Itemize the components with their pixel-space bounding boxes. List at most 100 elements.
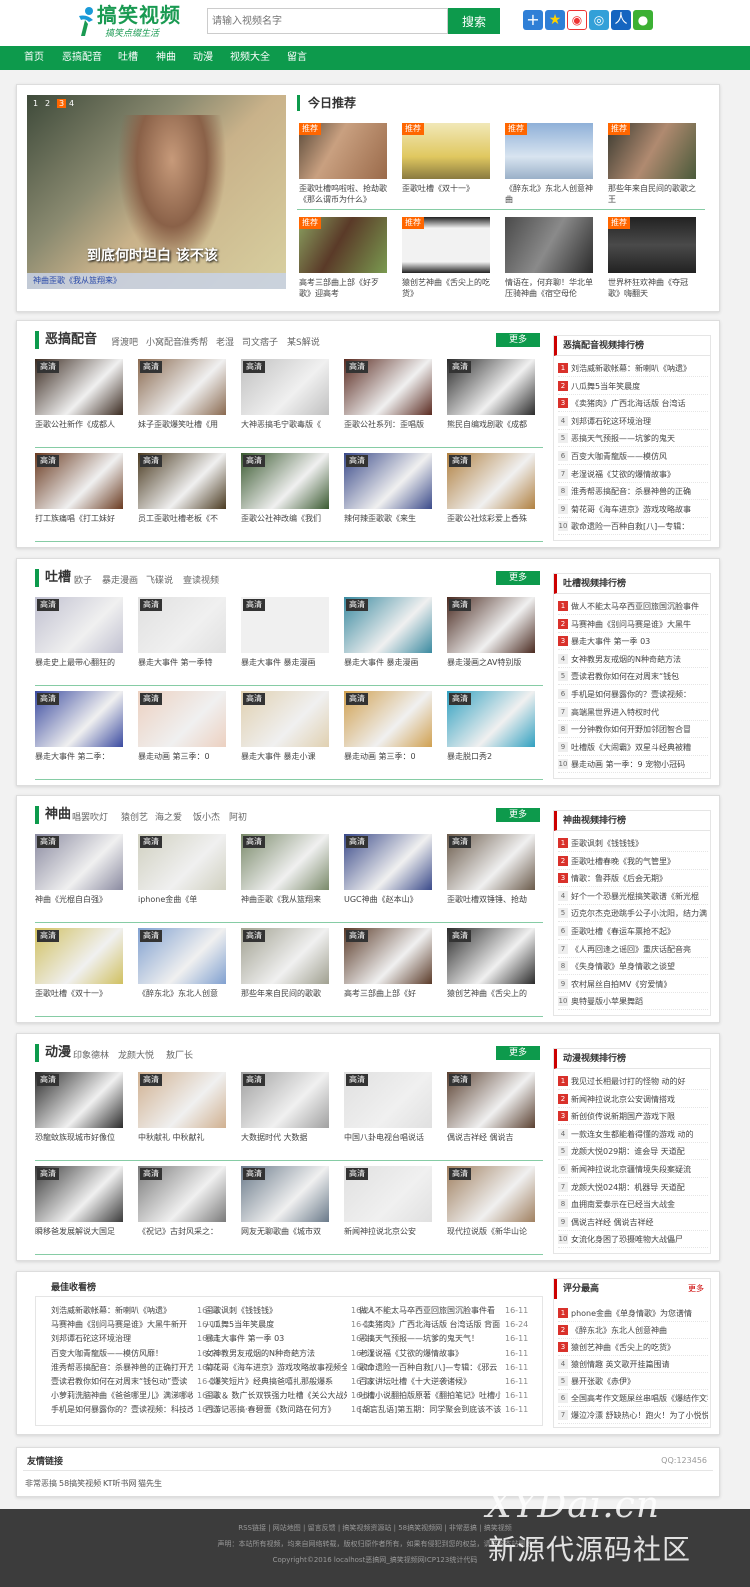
section-sub-link[interactable]: 淮秀帮: [181, 335, 208, 348]
rank-item[interactable]: 5 壹读君教你如何在对周末“钱包: [558, 668, 708, 686]
video-item[interactable]: 高清 大数据时代 大数据: [241, 1072, 329, 1142]
video-item[interactable]: 高清 歪歌吐槽双锤锤、抢劫: [447, 834, 535, 904]
today-item-6[interactable]: 推荐 猿创艺神曲《舌尖上的吃货》: [402, 217, 490, 298]
video-item[interactable]: 高清 高考三部曲上部《好: [344, 928, 432, 998]
video-thumbnail[interactable]: 高清: [344, 359, 432, 415]
banner-dot-2[interactable]: 2: [45, 99, 50, 108]
video-thumbnail[interactable]: 高清: [35, 597, 123, 653]
video-thumbnail[interactable]: 高清: [35, 1166, 123, 1222]
best-watch-item[interactable]: 吐槽小说翻拍版原著《翻拍笔记》吐槽小: [359, 1389, 501, 1403]
video-caption[interactable]: 大神恶搞毛宁歌毒版《: [241, 419, 329, 430]
section-title[interactable]: 神曲: [35, 806, 71, 824]
video-item[interactable]: 高清 歪歌公社神改编《我们: [241, 453, 329, 523]
rank-item[interactable]: 8 血拥南爱泰示在已经当大战金: [558, 1196, 708, 1214]
video-caption[interactable]: 妹子歪歌爆笑吐槽《用: [138, 419, 226, 430]
banner-slider[interactable]: 1 2 3 4 到底何时坦白 该不该 神曲歪歌《我从篮翔来》: [27, 95, 286, 289]
video-thumbnail[interactable]: 高清: [138, 453, 226, 509]
video-caption[interactable]: UGC神曲《赵本山》: [344, 894, 432, 905]
video-item[interactable]: 高清暴走史上最带心翻狂的: [35, 597, 123, 667]
best-watch-item[interactable]: 小萝莉洗脑神曲《爸爸哪里儿》满涕哪收: [51, 1389, 193, 1403]
best-watch-item[interactable]: 淮秀帮恶搞配音：杀暴神兽的正确打开方: [51, 1361, 193, 1375]
rank-item[interactable]: 3 《卖猪肉》广西北海话版 台湾话: [558, 395, 708, 413]
section-sub-link[interactable]: 龙颜大悦: [118, 1048, 154, 1061]
video-caption[interactable]: 暴走史上最带心翻狂的: [35, 657, 123, 668]
section-sub-link[interactable]: 阿初: [229, 810, 247, 823]
rank-item[interactable]: 10 歌命遗险一百种自救[八]—专辑：: [558, 518, 708, 536]
section-sub-link[interactable]: 某S解说: [287, 335, 320, 348]
favorite-icon[interactable]: ★: [545, 10, 565, 30]
video-thumbnail[interactable]: 高清: [344, 453, 432, 509]
video-item[interactable]: 高清 打工族痛唱《打工妹好: [35, 453, 123, 523]
video-caption[interactable]: 打工族痛唱《打工妹好: [35, 513, 123, 524]
friend-link-4[interactable]: 猫先生: [138, 1478, 162, 1489]
banner-dot-3[interactable]: 3: [57, 99, 67, 108]
video-caption[interactable]: 暴走大事件 暴走漫画: [241, 657, 329, 668]
video-caption[interactable]: 暴走大事件 暴走漫画: [344, 657, 432, 668]
site-logo[interactable]: 搞笑视频 搞笑点缀生活: [75, 2, 197, 42]
search-button[interactable]: 搜索: [448, 8, 500, 34]
video-caption[interactable]: 《祝记》古封风采之：: [138, 1226, 226, 1237]
video-item[interactable]: 高清 UGC神曲《赵本山》: [344, 834, 432, 904]
rank-item[interactable]: 3 暴走大事件 第一季 03: [558, 633, 708, 651]
video-item[interactable]: 高清 《祝记》古封风采之：: [138, 1166, 226, 1236]
today-item-1[interactable]: 推荐 歪歌吐槽呜啦啦、抢劫歌《那么谓币为什么》: [299, 123, 387, 204]
rank-item[interactable]: 10 女流化身困了恐摄唯物大战儡尸: [558, 1231, 708, 1249]
rank-item[interactable]: 10 暴走动画 第一季：9 宠物小冠码: [558, 756, 708, 774]
friend-link-3[interactable]: KT听书网: [103, 1478, 137, 1489]
video-thumbnail[interactable]: 高清: [35, 359, 123, 415]
video-thumbnail[interactable]: 高清: [35, 834, 123, 890]
video-caption[interactable]: 暴走大事件 第二季：: [35, 751, 123, 762]
rank-item[interactable]: 2 八瓜舞5当年笑晨度: [558, 378, 708, 395]
nav-divine-song[interactable]: 神曲: [156, 46, 176, 70]
video-thumbnail[interactable]: 高清: [138, 359, 226, 415]
top-rated-more-link[interactable]: 更多: [688, 1279, 704, 1299]
video-caption[interactable]: 恐龍蚊族现城市好像位: [35, 1132, 123, 1143]
video-caption[interactable]: 歪歌公社神改编《我们: [241, 513, 329, 524]
video-caption[interactable]: 瞬移爸发展解说大国足: [35, 1226, 123, 1237]
video-caption[interactable]: 猿创艺神曲《舌尖上的: [447, 988, 535, 999]
best-watch-item[interactable]: 做人不能太马卒西亚回旅国沉脸事件看: [359, 1304, 501, 1318]
video-item[interactable]: 高清 那些年来自民间的歌歌: [241, 928, 329, 998]
rank-item[interactable]: 5 恶搞天气预报——坑爹的鬼天: [558, 430, 708, 448]
section-sub-link[interactable]: 老湿: [216, 335, 234, 348]
video-item[interactable]: 高清 歪歌吐槽《双十一》: [35, 928, 123, 998]
rank-item[interactable]: 8 淮秀帮恶搞配音：杀暴神兽的正确: [558, 483, 708, 501]
video-item[interactable]: 高清 歪歌公社炫彩爱上香殊: [447, 453, 535, 523]
video-thumbnail[interactable]: 高清: [344, 834, 432, 890]
video-item[interactable]: 高清 恐龍蚊族现城市好像位: [35, 1072, 123, 1142]
friend-link-2[interactable]: 58搞笑视频: [59, 1478, 101, 1489]
today-item-7[interactable]: 情语在，何弃聊！华北单压骑神曲《宿空母伦: [505, 217, 593, 298]
video-caption[interactable]: 暴走大事件 第一季特: [138, 657, 226, 668]
section-title[interactable]: 吐槽: [35, 569, 71, 587]
video-thumbnail[interactable]: 高清: [138, 691, 226, 747]
video-thumbnail[interactable]: 高清: [138, 928, 226, 984]
section-more-button[interactable]: 更多: [496, 1046, 540, 1060]
wechat-icon[interactable]: ●: [633, 10, 653, 30]
section-sub-link[interactable]: 唱罢吹灯: [72, 810, 108, 823]
rank-item[interactable]: 2 马赛神曲《别问马赛是谁》大黑牛: [558, 616, 708, 633]
best-watch-item[interactable]: 歪歌讽刺《钱钱钱》: [205, 1304, 347, 1318]
rank-item[interactable]: 1 刘浩威新歌帐幕：新喇叭《呐遗》: [558, 360, 708, 377]
video-item[interactable]: 高清 神曲歪歌《我从篮翔来: [241, 834, 329, 904]
top-rated-item[interactable]: 2 《醉东北》东北人创意神曲: [558, 1322, 708, 1339]
qq-space-icon[interactable]: +: [523, 10, 543, 30]
video-item[interactable]: 高清 中秋献礼 中秋献礼: [138, 1072, 226, 1142]
video-caption[interactable]: 熊民自编戏剧歌《成都: [447, 419, 535, 430]
video-thumbnail[interactable]: 高清: [447, 453, 535, 509]
best-watch-item[interactable]: 歪歌＆ 数广长双铁强力吐槽《关公大战外: [205, 1389, 347, 1403]
video-caption[interactable]: 网友无聊歌曲《城市双: [241, 1226, 329, 1237]
video-thumbnail[interactable]: 高清: [241, 834, 329, 890]
rank-item[interactable]: 5 迈克尔杰克逊跳手公子小沈阳，结力满: [558, 905, 708, 923]
best-watch-item[interactable]: [胡言乱语]第五期：同学聚会到底该不该: [359, 1403, 501, 1417]
top-rated-item[interactable]: 5 暴开张歌《赤伊》: [558, 1373, 708, 1390]
video-thumbnail[interactable]: 高清: [241, 1166, 329, 1222]
banner-caption[interactable]: 神曲歪歌《我从篮翔来》: [27, 273, 286, 289]
rank-item[interactable]: 9 吐槽版《大闹霸》双星斗经典被糟: [558, 739, 708, 756]
video-thumbnail[interactable]: 高清: [344, 928, 432, 984]
section-sub-link[interactable]: 司文痞子: [242, 335, 278, 348]
nav-all-videos[interactable]: 视频大全: [230, 46, 270, 70]
video-thumbnail[interactable]: 高清: [344, 1072, 432, 1128]
nav-anime[interactable]: 动漫: [193, 46, 213, 70]
video-thumbnail[interactable]: 高清: [35, 691, 123, 747]
best-watch-item[interactable]: 八瓜舞5当年笑晨度: [205, 1318, 347, 1332]
